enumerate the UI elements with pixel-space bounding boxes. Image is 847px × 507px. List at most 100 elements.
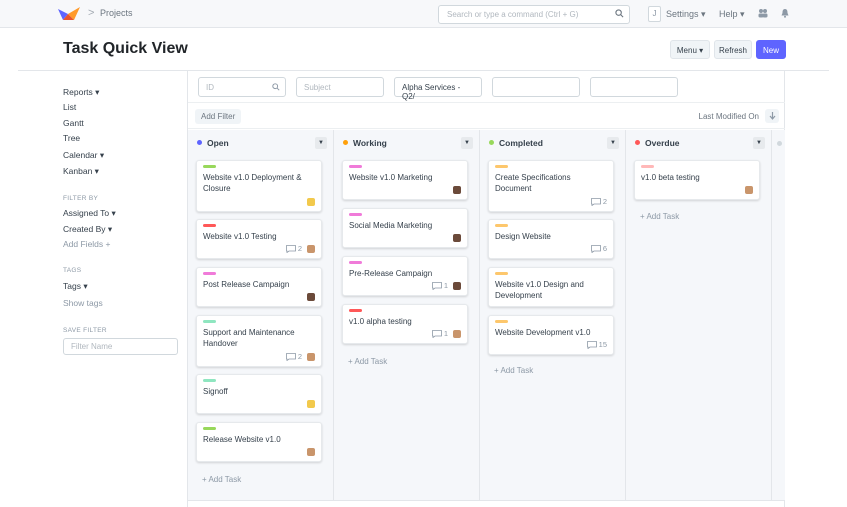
- task-card[interactable]: Design Website 6: [488, 219, 614, 259]
- tags-heading: TAGS: [63, 267, 82, 274]
- column-title: Completed: [499, 138, 543, 148]
- tag-color-bar: [203, 224, 216, 227]
- add-task-button[interactable]: + Add Task: [640, 212, 679, 221]
- refresh-button[interactable]: Refresh: [714, 40, 752, 59]
- sort-by-label[interactable]: Last Modified On: [699, 112, 759, 121]
- status-dot-icon: [343, 140, 348, 145]
- comment-count: 1: [443, 329, 448, 338]
- app-logo-icon[interactable]: [58, 6, 82, 22]
- column-next-partial: [772, 130, 785, 500]
- tag-color-bar: [495, 224, 508, 227]
- column-menu-button[interactable]: ▼: [607, 137, 619, 149]
- comment-icon: [431, 281, 442, 290]
- menu-button[interactable]: Menu ▾: [670, 40, 710, 59]
- search-placeholder: Search or type a command (Ctrl + G): [447, 10, 579, 19]
- sort-order-icon[interactable]: [765, 109, 779, 123]
- task-title: Website v1.0 Testing: [203, 232, 277, 241]
- task-card[interactable]: Social Media Marketing: [342, 208, 468, 248]
- show-tags-link[interactable]: Show tags: [63, 298, 103, 308]
- comment-icon: [285, 352, 296, 361]
- sidebar-item-reports[interactable]: Reports ▾: [63, 87, 99, 98]
- filter-name-input[interactable]: Filter Name: [63, 338, 178, 355]
- tags-dropdown[interactable]: Tags ▾: [63, 281, 88, 292]
- avatar: [307, 293, 315, 301]
- avatar: [453, 234, 461, 242]
- task-card[interactable]: Website Development v1.0 15: [488, 315, 614, 355]
- tag-color-bar: [641, 165, 654, 168]
- tag-color-bar: [203, 379, 216, 382]
- id-filter-input[interactable]: ID: [198, 77, 286, 97]
- add-task-button[interactable]: + Add Task: [202, 475, 241, 484]
- comment-count: 6: [602, 244, 607, 253]
- search-icon: [615, 9, 624, 18]
- tag-color-bar: [349, 309, 362, 312]
- project-filter-input[interactable]: Alpha Services - Q2/: [394, 77, 482, 101]
- avatar: [307, 198, 315, 206]
- search-input[interactable]: Search or type a command (Ctrl + G): [438, 5, 630, 24]
- task-card[interactable]: Pre-Release Campaign 1: [342, 256, 468, 296]
- task-title: Signoff: [203, 387, 228, 396]
- bell-icon[interactable]: [780, 8, 790, 18]
- avatar: [307, 352, 315, 361]
- add-task-button[interactable]: + Add Task: [348, 357, 387, 366]
- avatar: [307, 400, 315, 408]
- column-header: Completed: [489, 138, 543, 148]
- task-card[interactable]: Website v1.0 Marketing: [342, 160, 468, 200]
- sidebar-item-tree[interactable]: Tree: [63, 133, 80, 143]
- column-menu-button[interactable]: ▼: [753, 137, 765, 149]
- column-title: Overdue: [645, 138, 680, 148]
- task-card[interactable]: Release Website v1.0: [196, 422, 322, 462]
- task-card[interactable]: Create Specifications Document 2: [488, 160, 614, 212]
- task-card[interactable]: Support and Maintenance Handover 2: [196, 315, 322, 367]
- comment-icon: [285, 244, 296, 253]
- add-fields-link[interactable]: Add Fields +: [63, 239, 111, 249]
- new-button[interactable]: New: [756, 40, 786, 59]
- tag-color-bar: [203, 165, 216, 168]
- column-menu-button[interactable]: ▼: [315, 137, 327, 149]
- sidebar-item-kanban[interactable]: Kanban ▾: [63, 166, 99, 177]
- task-title: Release Website v1.0: [203, 435, 281, 444]
- task-card[interactable]: Website v1.0 Deployment & Closure: [196, 160, 322, 212]
- filter-input-4[interactable]: [492, 77, 580, 97]
- column-open: Open ▼ Website v1.0 Deployment & Closure…: [188, 130, 334, 500]
- task-card[interactable]: Website v1.0 Design and Development: [488, 267, 614, 307]
- sort-bar: Add Filter Last Modified On: [188, 103, 785, 129]
- people-icon[interactable]: [758, 8, 768, 18]
- filter-created-by[interactable]: Created By ▾: [63, 224, 112, 235]
- sidebar-item-list[interactable]: List: [63, 102, 76, 112]
- subject-filter-input[interactable]: Subject: [296, 77, 384, 97]
- sidebar-item-calendar[interactable]: Calendar ▾: [63, 150, 104, 161]
- column-working: Working ▼ Website v1.0 Marketing Social …: [334, 130, 480, 500]
- filter-bar: ID Subject Alpha Services - Q2/: [188, 71, 785, 103]
- top-navbar: > Projects Search or type a command (Ctr…: [0, 0, 847, 28]
- filter-assigned-to[interactable]: Assigned To ▾: [63, 208, 116, 219]
- add-task-button[interactable]: + Add Task: [494, 366, 533, 375]
- task-title: Support and Maintenance Handover: [203, 328, 295, 348]
- comment-icon: [586, 340, 597, 349]
- column-title: Working: [353, 138, 387, 148]
- tag-color-bar: [203, 272, 216, 275]
- add-filter-button[interactable]: Add Filter: [195, 109, 242, 124]
- sidebar-item-gantt[interactable]: Gantt: [63, 118, 84, 128]
- task-card[interactable]: v1.0 beta testing: [634, 160, 760, 200]
- column-menu-button[interactable]: ▼: [461, 137, 473, 149]
- horizontal-scrollbar[interactable]: [188, 500, 785, 507]
- id-placeholder: ID: [206, 83, 214, 92]
- status-dot-icon: [777, 141, 782, 146]
- tag-color-bar: [203, 427, 216, 430]
- help-menu[interactable]: Help ▾: [719, 9, 745, 20]
- status-dot-icon: [489, 140, 494, 145]
- user-initial-badge[interactable]: J: [648, 6, 661, 22]
- breadcrumb-separator: >: [88, 7, 95, 19]
- task-card[interactable]: Post Release Campaign: [196, 267, 322, 307]
- kanban-main: ID Subject Alpha Services - Q2/ Add Filt…: [187, 71, 785, 507]
- tag-color-bar: [495, 320, 508, 323]
- task-title: Website Development v1.0: [495, 328, 591, 337]
- task-card[interactable]: Signoff: [196, 374, 322, 414]
- settings-menu[interactable]: Settings ▾: [666, 9, 706, 20]
- comment-count: 2: [297, 352, 302, 361]
- task-card[interactable]: v1.0 alpha testing 1: [342, 304, 468, 344]
- task-card[interactable]: Website v1.0 Testing 2: [196, 219, 322, 259]
- breadcrumb-projects[interactable]: Projects: [100, 8, 133, 18]
- filter-input-5[interactable]: [590, 77, 678, 97]
